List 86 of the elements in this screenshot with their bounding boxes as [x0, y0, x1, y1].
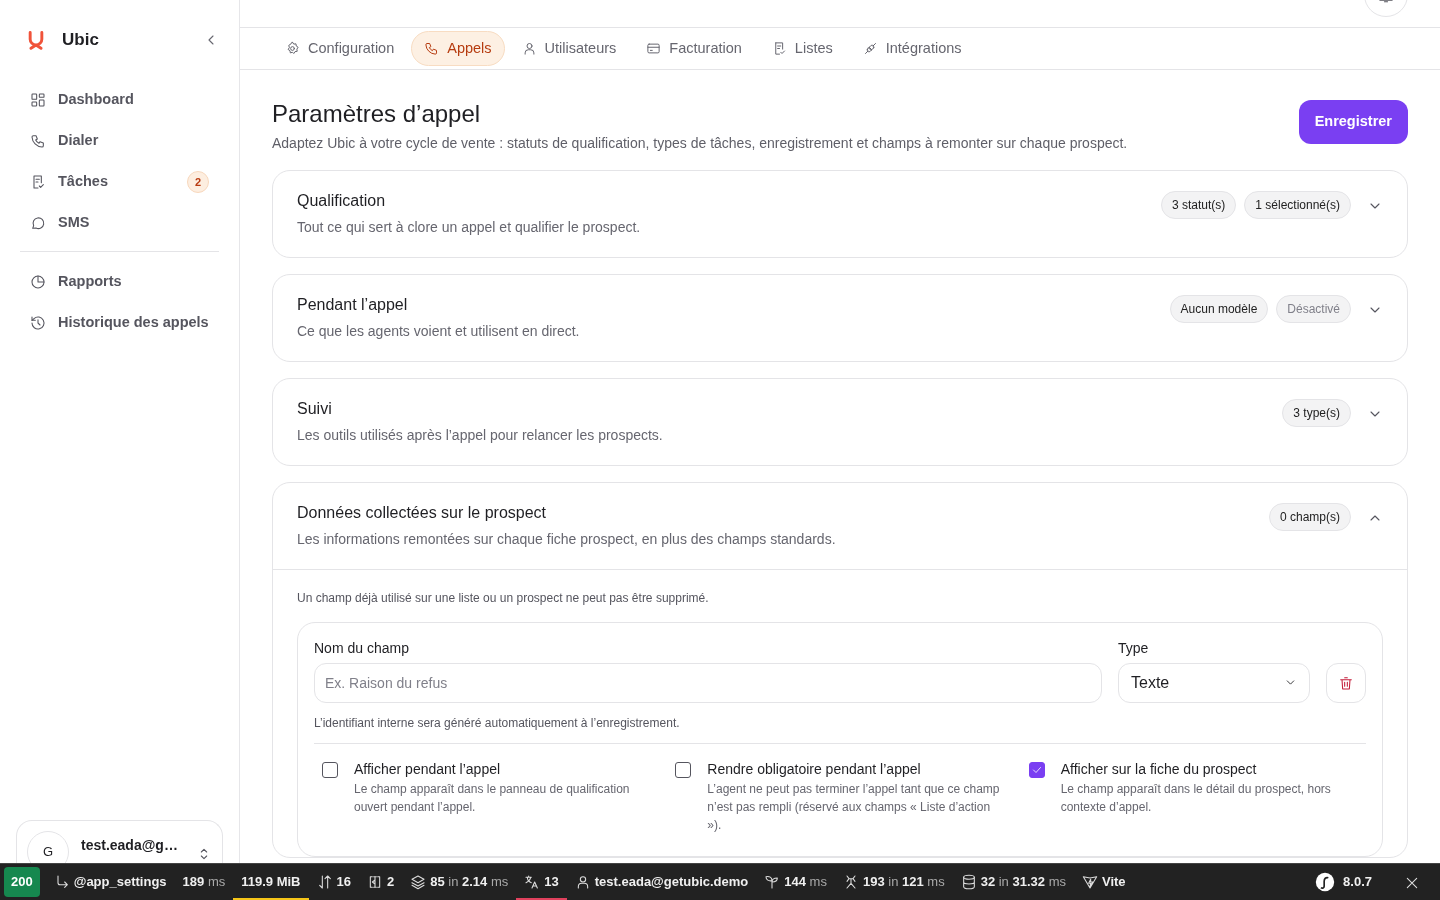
- option-description: Le champ apparaît dans le panneau de qualification ouvert pendant l’appel.: [354, 780, 631, 816]
- history-icon: [30, 315, 46, 331]
- status-pill: 0 champ(s): [1268, 502, 1351, 531]
- toolbar-metric[interactable]: 193 in 121 ms: [862, 872, 945, 892]
- toolbar-metric[interactable]: 144 ms: [784, 872, 827, 892]
- count-badge: 2: [187, 171, 209, 193]
- status-pill: Désactivé: [1276, 294, 1351, 323]
- section-header[interactable]: Qualification Tout ce qui sert à clore un appel et qualifier le prospect. 3 statut(s) 1 sélectionné(s): [273, 170, 1407, 257]
- toolbar-metric[interactable]: 119.9 MiB: [241, 872, 301, 892]
- toolbar-metric[interactable]: 32 in 31.32 ms: [980, 872, 1066, 892]
- option-description: L’agent ne peut pas terminer l’appel tant que ce champ n’est pas rempli (réservé aux champs « Liste d’action »).: [707, 780, 1001, 834]
- sidebar-item[interactable]: Tâches 2: [20, 162, 219, 202]
- input-field[interactable]: Ex. Raison du refus: [314, 662, 1102, 703]
- toolbar-metric[interactable]: 2: [386, 872, 395, 892]
- tab[interactable]: Listes: [758, 30, 846, 67]
- framework-logo-icon: [1315, 872, 1336, 892]
- lightning-icon: [1081, 874, 1098, 890]
- section-header[interactable]: Données collectées sur le prospect Les informations remontées sur chaque fiche prospect, en plus des champs standards. 0 champ(s): [273, 482, 1407, 569]
- section-title: Pendant l’appel: [297, 294, 409, 315]
- layers-icon: [410, 874, 427, 890]
- field-label: Type: [1118, 638, 1150, 657]
- toolbar-metric[interactable]: @app_settings: [73, 872, 167, 892]
- tab[interactable]: Appels: [411, 30, 505, 67]
- sidebar-item[interactable]: Historique des appels: [20, 303, 219, 343]
- checkbox-label: Afficher pendant l’appel: [354, 759, 502, 778]
- info-note: Un champ déjà utilisé sur une liste ou un prospect ne peut pas être supprimé.: [297, 589, 710, 606]
- version-text: 8.0.7: [1343, 873, 1372, 892]
- checkbox[interactable]: [675, 761, 692, 778]
- sprout-icon: [764, 874, 781, 890]
- chat-bubble-icon: [30, 215, 46, 231]
- user-email: test.eada@g…: [81, 836, 179, 855]
- status-pill: 1 sélectionné(s): [1244, 190, 1351, 219]
- up-down-arrows-icon: [316, 874, 333, 890]
- tab[interactable]: Intégrations: [849, 30, 975, 67]
- page-subtitle: Adaptez Ubic à votre cycle de vente : statuts de qualification, types de tâches, enregistrement et champs à remonter sur chaque prospect.: [272, 133, 1128, 153]
- tab[interactable]: Utilisateurs: [508, 30, 630, 67]
- page-title: Paramètres d’appel: [272, 100, 482, 129]
- trash-icon: [1338, 674, 1354, 691]
- toolbar-metric[interactable]: 85 in 2.14 ms: [430, 872, 509, 892]
- tab[interactable]: Facturation: [633, 30, 755, 67]
- section-description: Les outils utilisés après l’appel pour relancer les prospects.: [297, 425, 664, 445]
- plug-icon: [862, 41, 878, 56]
- sidebar-item[interactable]: SMS: [20, 203, 219, 243]
- database-icon: [960, 874, 977, 890]
- status-pill: 3 type(s): [1282, 398, 1351, 427]
- status-code-badge[interactable]: 200: [4, 867, 40, 897]
- option-description: Le champ apparaît dans le détail du prospect, hors contexte d’appel.: [1060, 780, 1332, 816]
- brand-name: Ubic: [62, 29, 100, 52]
- settings-icon: [285, 41, 300, 56]
- credit-card-icon: [646, 41, 662, 56]
- phone-icon: [424, 41, 440, 56]
- field-hint: L’identifiant interne sera généré automatiquement à l’enregistrement.: [314, 714, 1366, 744]
- toolbar-metric[interactable]: 16: [336, 872, 351, 892]
- sidebar-item[interactable]: Rapports: [20, 262, 219, 302]
- checkbox[interactable]: [322, 761, 338, 778]
- checkbox[interactable]: [1028, 761, 1045, 778]
- type-select[interactable]: Texte: [1118, 662, 1310, 703]
- section-description: Tout ce qui sert à clore un appel et qualifier le prospect.: [297, 217, 642, 237]
- status-pill: Aucun modèle: [1169, 294, 1269, 323]
- toolbar-metric[interactable]: 13: [544, 872, 559, 892]
- toolbar-metric[interactable]: 189 ms: [182, 872, 226, 892]
- section-header[interactable]: Suivi Les outils utilisés après l’appel pour relancer les prospects. 3 type(s): [273, 378, 1407, 465]
- tab[interactable]: Configuration: [272, 30, 408, 67]
- section-description: Les informations remontées sur chaque fiche prospect, en plus des champs standards.: [297, 529, 837, 549]
- status-pill: 3 statut(s): [1160, 190, 1237, 219]
- checkbox-label: Afficher sur la fiche du prospect: [1060, 759, 1258, 778]
- section-header[interactable]: Pendant l’appel Ce que les agents voient et utilisent en direct. Aucun modèle Désactivé: [273, 274, 1407, 361]
- pie-clock-icon: [30, 274, 46, 290]
- section-title: Données collectées sur le prospect: [297, 502, 548, 523]
- grid-icon: [30, 92, 46, 108]
- toolbar-metric[interactable]: Vite: [1101, 872, 1126, 892]
- save-button[interactable]: Enregistrer: [1298, 100, 1408, 144]
- logo-icon: [26, 30, 46, 50]
- delete-button[interactable]: [1326, 662, 1366, 703]
- section-title: Suivi: [297, 398, 333, 419]
- checklist-icon: [30, 174, 46, 190]
- phone-icon: [30, 133, 46, 149]
- checkbox-label: Rendre obligatoire pendant l’appel: [707, 759, 922, 778]
- section-description: Ce que les agents voient et utilisent en direct.: [297, 321, 581, 341]
- sidebar-item[interactable]: Dashboard: [20, 80, 219, 120]
- field-label: Nom du champ: [314, 638, 410, 657]
- section-title: Qualification: [297, 190, 387, 211]
- sidebar-item[interactable]: Dialer: [20, 121, 219, 161]
- toolbar-metric[interactable]: test.eada@getubic.demo: [594, 872, 749, 892]
- user-icon: [521, 41, 537, 56]
- translate-icon: [524, 874, 541, 890]
